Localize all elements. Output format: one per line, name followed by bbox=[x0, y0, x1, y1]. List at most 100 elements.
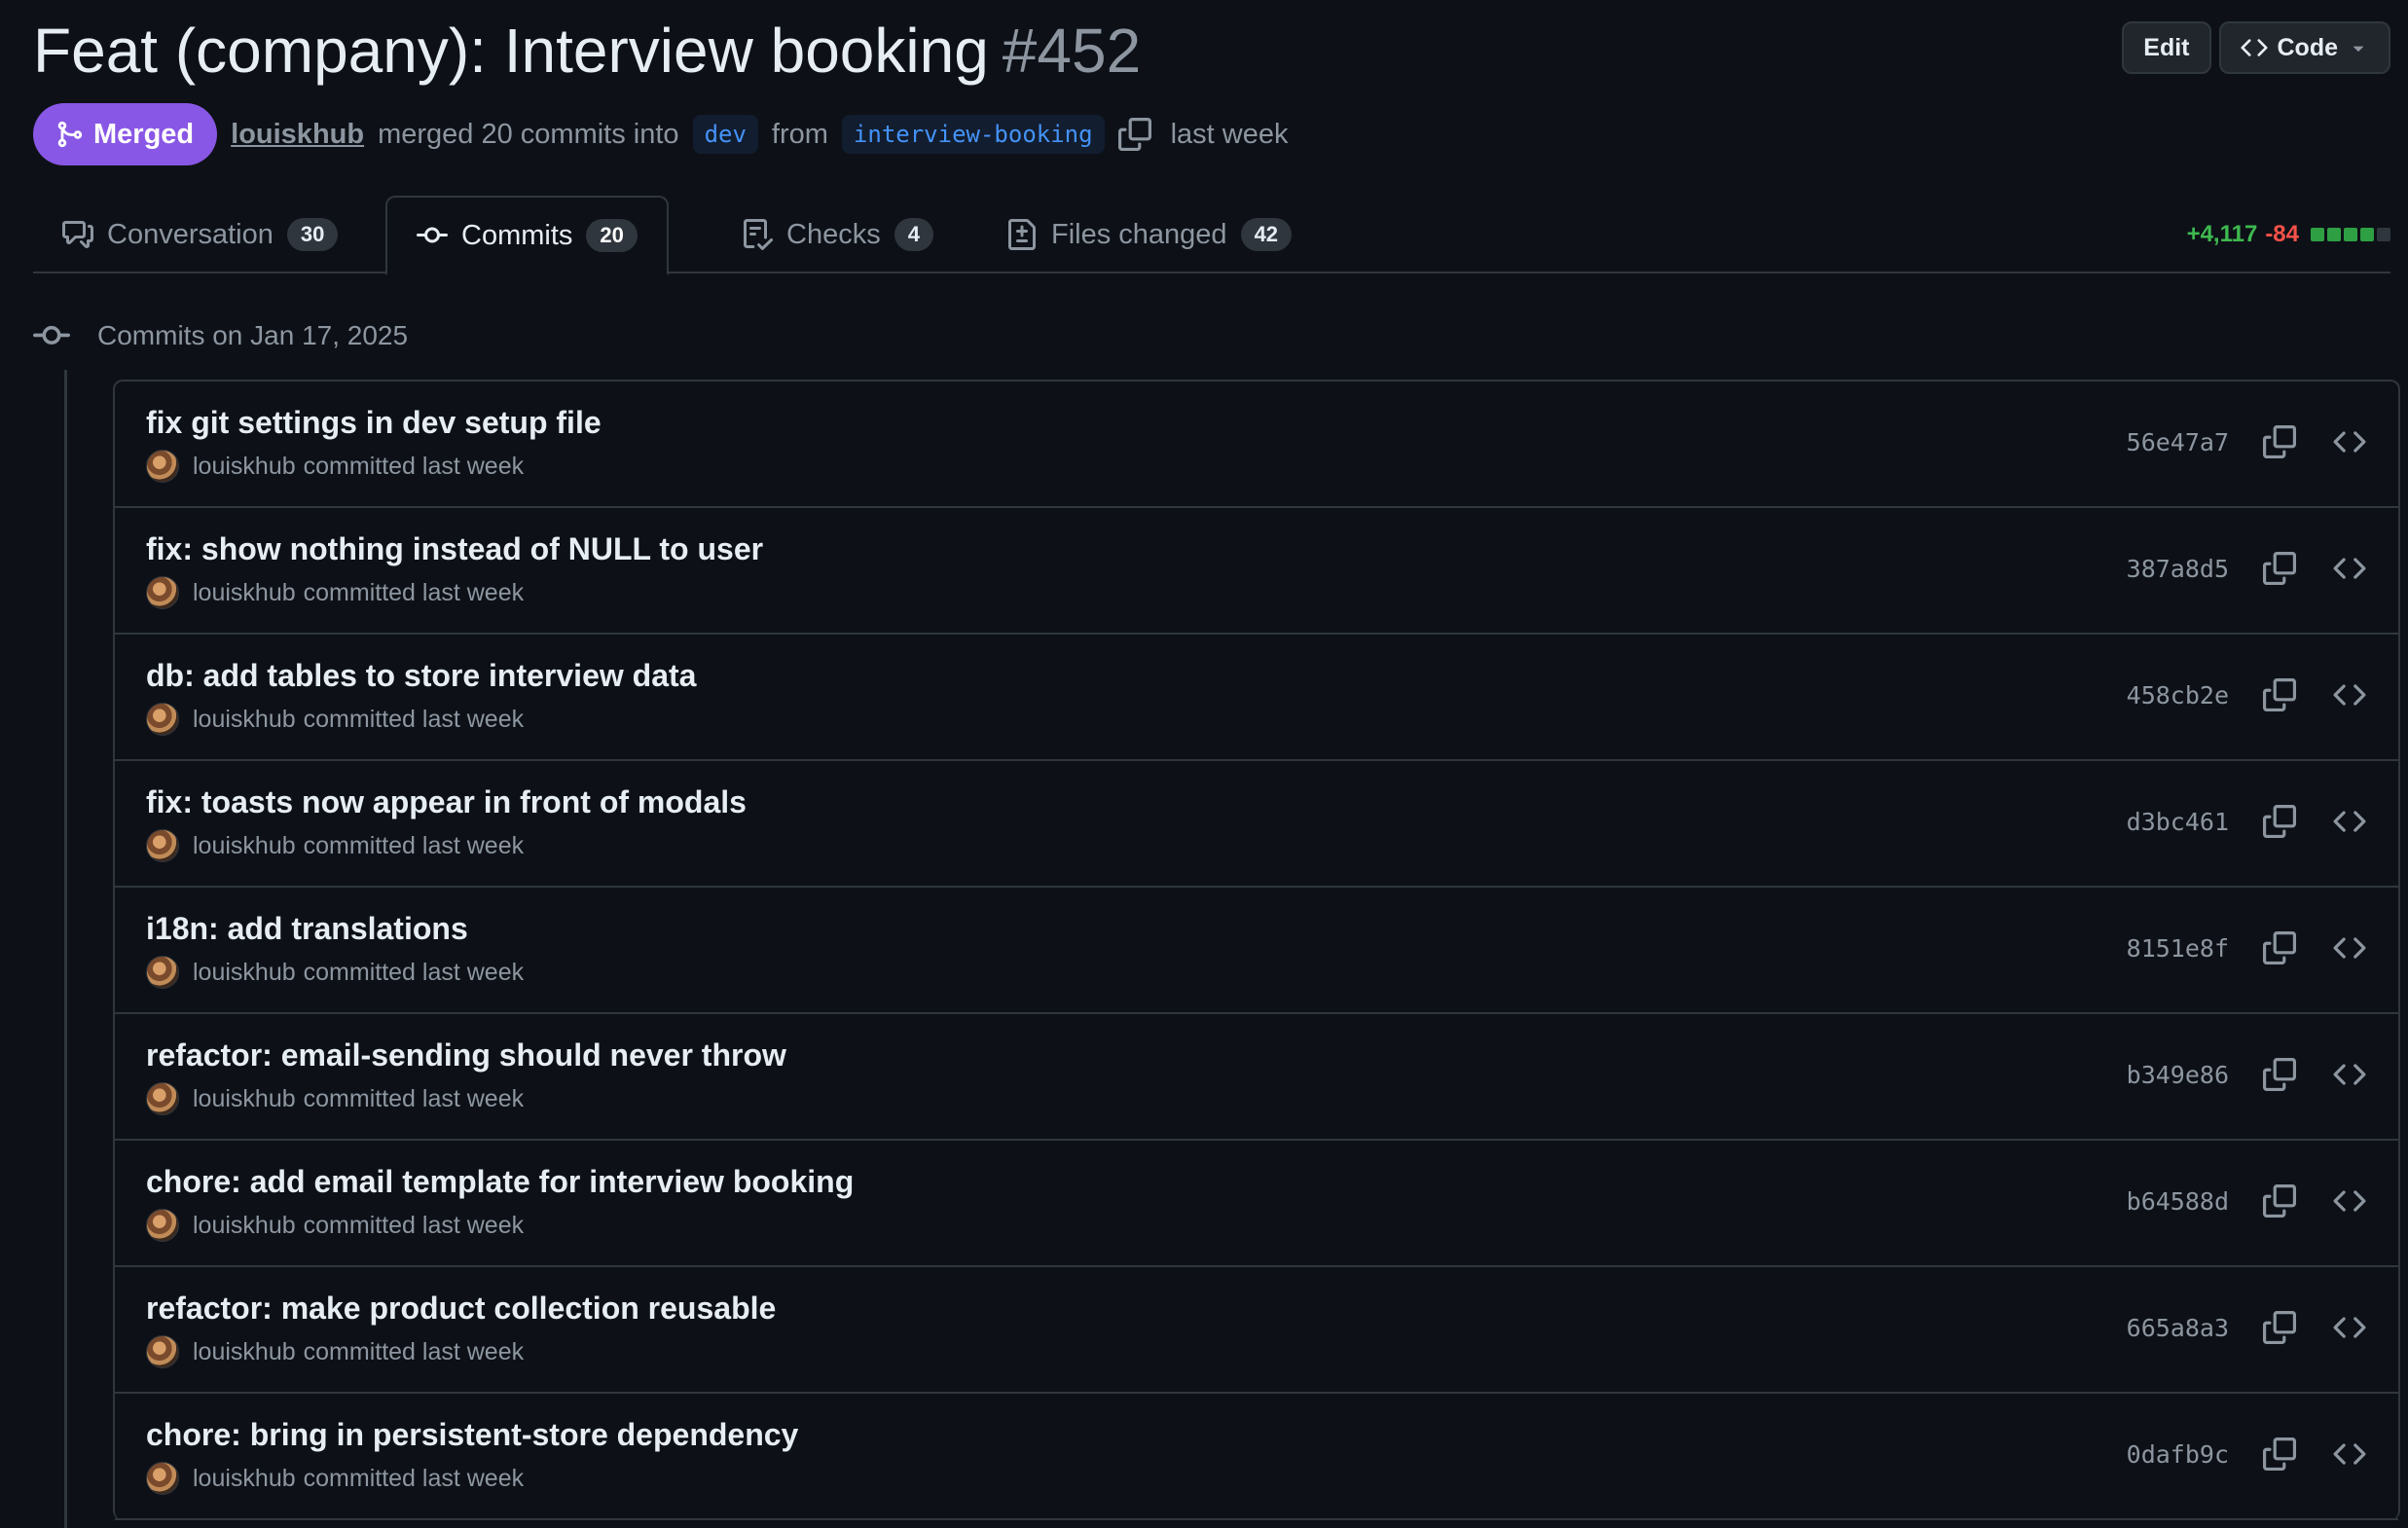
browse-repository-button[interactable] bbox=[2330, 1308, 2369, 1347]
edit-button[interactable]: Edit bbox=[2122, 21, 2211, 74]
copy-sha-button[interactable] bbox=[2260, 802, 2299, 841]
merged-text: merged 20 commits into bbox=[378, 118, 679, 150]
edit-button-label: Edit bbox=[2143, 33, 2190, 61]
avatar[interactable] bbox=[146, 703, 179, 736]
copy-sha-button[interactable] bbox=[2260, 1308, 2299, 1347]
avatar[interactable] bbox=[146, 450, 179, 483]
commit-title-link[interactable]: fix git settings in dev setup file bbox=[146, 405, 602, 440]
commit-sha-link[interactable]: 665a8a3 bbox=[2127, 1314, 2229, 1342]
commit-title-link[interactable]: chore: add email template for interview … bbox=[146, 1164, 854, 1199]
author-link[interactable]: louiskhub bbox=[231, 119, 364, 151]
copy-sha-button[interactable] bbox=[2260, 928, 2299, 967]
commit-title-link[interactable]: fix: show nothing instead of NULL to use… bbox=[146, 531, 763, 566]
commit-meta: louiskhub committed last week bbox=[146, 829, 2398, 862]
commit-sha-link[interactable]: b349e86 bbox=[2127, 1061, 2229, 1089]
file-diff-icon bbox=[1008, 219, 1036, 250]
code-button[interactable]: Code bbox=[2218, 21, 2390, 74]
pr-title: Feat (company): Interview booking bbox=[33, 16, 989, 86]
avatar[interactable] bbox=[146, 956, 179, 989]
copy-icon bbox=[2263, 552, 2296, 585]
commit-title-link[interactable]: refactor: email-sending should never thr… bbox=[146, 1037, 786, 1073]
code-icon bbox=[2333, 937, 2366, 959]
commit-title-link[interactable]: i18n: add translations bbox=[146, 911, 468, 946]
head-branch-link[interactable]: interview-booking bbox=[841, 115, 1105, 154]
avatar[interactable] bbox=[146, 1462, 179, 1495]
commit-author[interactable]: louiskhub bbox=[193, 1085, 296, 1113]
commit-author[interactable]: louiskhub bbox=[193, 1465, 296, 1493]
browse-repository-button[interactable] bbox=[2330, 1055, 2369, 1094]
commit-author[interactable]: louiskhub bbox=[193, 1212, 296, 1240]
commit-title-link[interactable]: refactor: make product collection reusab… bbox=[146, 1291, 776, 1326]
commit-actions: 56e47a7 bbox=[2127, 422, 2369, 461]
browse-repository-button[interactable] bbox=[2330, 549, 2369, 588]
browse-repository-button[interactable] bbox=[2330, 1435, 2369, 1473]
copy-sha-button[interactable] bbox=[2260, 1435, 2299, 1473]
tab-files-changed[interactable]: Files changed 42 bbox=[977, 196, 1321, 273]
copy-icon bbox=[2263, 1311, 2296, 1344]
code-icon bbox=[2333, 1064, 2366, 1085]
commit-actions: 665a8a3 bbox=[2127, 1308, 2369, 1347]
commit-meta: louiskhub committed last week bbox=[146, 956, 2398, 989]
code-icon bbox=[2333, 684, 2366, 706]
copy-sha-button[interactable] bbox=[2260, 549, 2299, 588]
commit-sha-link[interactable]: 0dafb9c bbox=[2127, 1440, 2229, 1469]
tab-checks[interactable]: Checks 4 bbox=[712, 196, 963, 273]
browse-repository-button[interactable] bbox=[2330, 928, 2369, 967]
commit-sha-link[interactable]: b64588d bbox=[2127, 1187, 2229, 1216]
copy-icon[interactable] bbox=[1117, 118, 1151, 151]
browse-repository-button[interactable] bbox=[2330, 675, 2369, 714]
avatar[interactable] bbox=[146, 1209, 179, 1242]
copy-icon bbox=[2263, 931, 2296, 964]
commit-time: committed last week bbox=[303, 1211, 525, 1239]
copy-sha-button[interactable] bbox=[2260, 422, 2299, 461]
commit-actions: 0dafb9c bbox=[2127, 1435, 2369, 1473]
tab-commits[interactable]: Commits 20 bbox=[385, 196, 669, 275]
tab-conversation[interactable]: Conversation 30 bbox=[33, 196, 367, 273]
commit-title-link[interactable]: chore: bring in persistent-store depende… bbox=[146, 1417, 798, 1452]
commit-row: refactor: email-sending should never thr… bbox=[115, 1014, 2398, 1141]
status-badge: Merged bbox=[33, 103, 218, 165]
code-button-label: Code bbox=[2277, 33, 2339, 61]
commit-author[interactable]: louiskhub bbox=[193, 959, 296, 987]
copy-icon bbox=[2263, 1058, 2296, 1091]
pr-header: Feat (company): Interview booking #452 Ed… bbox=[33, 0, 2390, 97]
browse-repository-button[interactable] bbox=[2330, 802, 2369, 841]
copy-sha-button[interactable] bbox=[2260, 675, 2299, 714]
commit-time: committed last week bbox=[303, 578, 525, 606]
base-branch-link[interactable]: dev bbox=[692, 115, 758, 154]
tab-commits-label: Commits bbox=[461, 219, 573, 251]
copy-icon bbox=[2263, 1184, 2296, 1218]
commit-meta: louiskhub committed last week bbox=[146, 576, 2398, 609]
commit-title-link[interactable]: db: add tables to store interview data bbox=[146, 658, 696, 693]
diffstat-block bbox=[2311, 228, 2324, 241]
commit-title-link[interactable]: fix: toasts now appear in front of modal… bbox=[146, 784, 747, 819]
commit-sha-link[interactable]: 458cb2e bbox=[2127, 681, 2229, 709]
avatar[interactable] bbox=[146, 576, 179, 609]
copy-sha-button[interactable] bbox=[2260, 1182, 2299, 1220]
commit-author[interactable]: louiskhub bbox=[193, 1338, 296, 1366]
browse-repository-button[interactable] bbox=[2330, 422, 2369, 461]
commit-author[interactable]: louiskhub bbox=[193, 706, 296, 734]
status-badge-label: Merged bbox=[93, 118, 195, 150]
commit-sha-link[interactable]: d3bc461 bbox=[2127, 808, 2229, 836]
timeline-line bbox=[64, 370, 67, 1528]
merge-time: last week bbox=[1170, 118, 1289, 150]
commit-author[interactable]: louiskhub bbox=[193, 579, 296, 607]
pr-meta: Merged louiskhub merged 20 commits into … bbox=[33, 103, 1288, 165]
copy-sha-button[interactable] bbox=[2260, 1055, 2299, 1094]
avatar[interactable] bbox=[146, 1335, 179, 1368]
diffstat-deletions: -84 bbox=[2265, 221, 2299, 247]
avatar[interactable] bbox=[146, 1082, 179, 1115]
timeline-heading: Commits on Jan 17, 2025 bbox=[33, 311, 408, 360]
commit-sha-link[interactable]: 56e47a7 bbox=[2127, 428, 2229, 456]
from-text: from bbox=[771, 118, 828, 150]
commit-author[interactable]: louiskhub bbox=[193, 453, 296, 481]
commit-author[interactable]: louiskhub bbox=[193, 832, 296, 860]
git-commit-icon bbox=[33, 325, 70, 345]
avatar[interactable] bbox=[146, 829, 179, 862]
browse-repository-button[interactable] bbox=[2330, 1182, 2369, 1220]
copy-icon bbox=[2263, 425, 2296, 458]
commit-sha-link[interactable]: 387a8d5 bbox=[2127, 555, 2229, 583]
tab-commits-count: 20 bbox=[586, 219, 638, 252]
commit-sha-link[interactable]: 8151e8f bbox=[2127, 934, 2229, 963]
